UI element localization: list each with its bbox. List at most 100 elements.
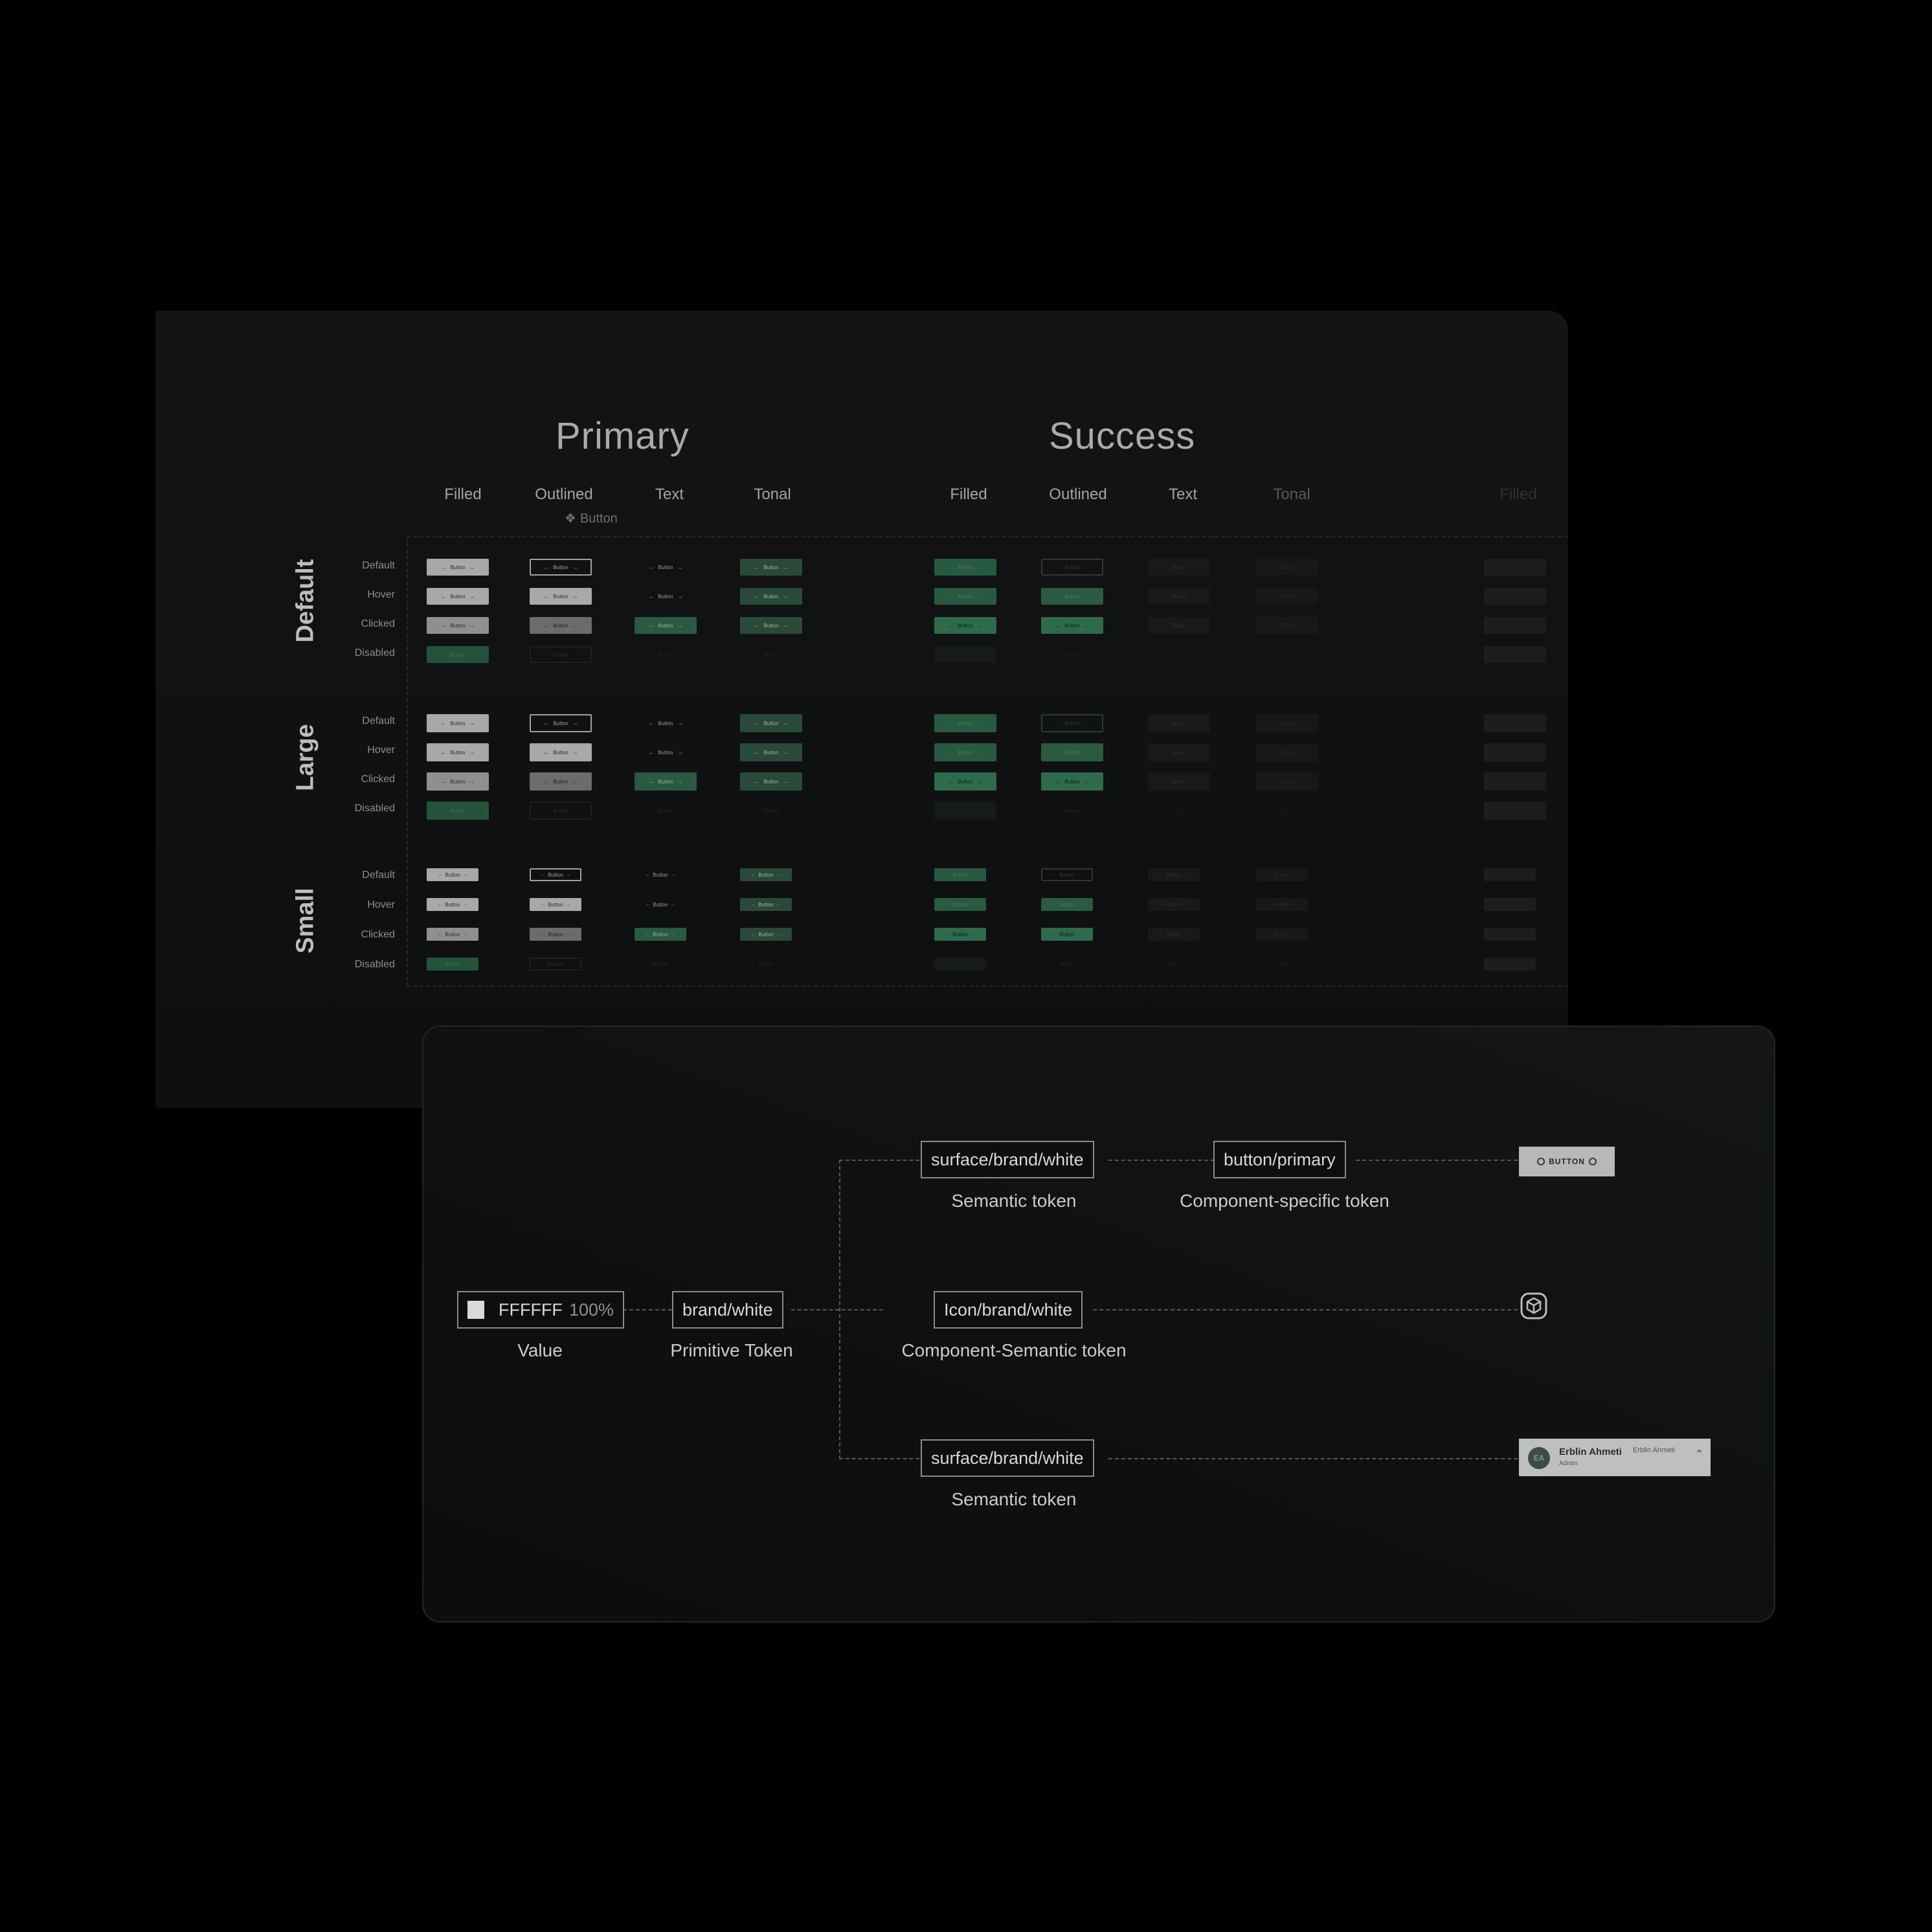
button-chip[interactable]: ← Button → xyxy=(740,802,802,820)
button-chip[interactable]: ← Button → xyxy=(1256,928,1308,941)
button-chip[interactable] xyxy=(1484,617,1546,634)
button-chip[interactable]: ← Button → xyxy=(1148,928,1200,941)
button-chip[interactable]: ← Button → xyxy=(934,958,986,971)
button-chip[interactable]: ← Button → xyxy=(427,714,489,732)
button-chip[interactable]: ← Button → xyxy=(934,646,996,663)
preview-button[interactable]: BUTTON xyxy=(1519,1147,1615,1176)
button-chip[interactable]: ← Button → xyxy=(530,617,592,634)
button-chip[interactable] xyxy=(1484,646,1546,663)
button-chip[interactable]: ← Button → xyxy=(427,743,489,761)
button-chip[interactable] xyxy=(1484,714,1546,732)
button-chip[interactable]: ← Button → xyxy=(934,928,986,941)
button-chip[interactable]: ← Button → xyxy=(934,802,996,820)
button-chip[interactable]: ← Button → xyxy=(1148,898,1200,911)
button-chip[interactable]: ← Button → xyxy=(740,898,792,911)
button-chip[interactable]: ← Button → xyxy=(1256,743,1318,761)
button-chip[interactable]: ← Button → xyxy=(740,928,792,941)
button-chip[interactable]: ← Button → xyxy=(1148,772,1210,791)
button-chip[interactable]: ← Button → xyxy=(530,958,581,971)
button-chip[interactable]: ← Button → xyxy=(1148,617,1210,634)
button-chip[interactable]: ← Button → xyxy=(740,868,792,881)
button-chip[interactable]: ← Button → xyxy=(1256,588,1318,605)
button-chip[interactable]: ← Button → xyxy=(1041,928,1093,941)
button-chip[interactable]: ← Button → xyxy=(635,646,697,663)
component-specific-token[interactable]: button/primary xyxy=(1213,1141,1346,1178)
button-chip[interactable]: ← Button → xyxy=(530,802,592,820)
button-chip[interactable]: ← Button → xyxy=(427,928,478,941)
button-chip[interactable] xyxy=(1484,802,1546,820)
button-chip[interactable]: ← Button → xyxy=(740,772,802,791)
button-chip[interactable]: ← Button → xyxy=(530,868,581,881)
button-chip[interactable]: ← Button → xyxy=(530,743,592,761)
button-chip[interactable]: ← Button → xyxy=(635,898,686,911)
button-chip[interactable]: ← Button → xyxy=(635,559,697,576)
value-token[interactable]: FFFFFF 100% xyxy=(457,1291,624,1329)
semantic-token-bottom[interactable]: surface/brand/white xyxy=(921,1439,1094,1477)
button-chip[interactable]: ← Button → xyxy=(1148,714,1210,732)
button-chip[interactable]: ← Button → xyxy=(635,928,686,941)
button-chip[interactable]: ← Button → xyxy=(1148,958,1200,971)
button-chip[interactable]: ← Button → xyxy=(1256,617,1318,634)
button-chip[interactable]: ← Button → xyxy=(934,772,996,791)
button-chip[interactable]: ← Button → xyxy=(427,958,478,971)
button-chip[interactable]: ← Button → xyxy=(740,958,792,971)
button-chip[interactable]: ← Button → xyxy=(427,617,489,634)
button-chip[interactable]: ← Button → xyxy=(530,559,592,576)
component-semantic-token[interactable]: Icon/brand/white xyxy=(934,1291,1083,1329)
button-chip[interactable]: ← Button → xyxy=(1041,646,1103,663)
button-chip[interactable]: ← Button → xyxy=(1041,802,1103,820)
button-chip[interactable] xyxy=(1484,588,1546,605)
button-chip[interactable]: ← Button → xyxy=(934,617,996,634)
button-chip[interactable] xyxy=(1484,958,1536,971)
chevron-up-icon[interactable]: ⌃ xyxy=(1695,1448,1703,1461)
button-chip[interactable]: ← Button → xyxy=(1256,898,1308,911)
button-chip[interactable]: ← Button → xyxy=(427,898,478,911)
button-chip[interactable]: ← Button → xyxy=(1256,868,1308,881)
button-chip[interactable]: ← Button → xyxy=(1148,868,1200,881)
button-chip[interactable]: ← Button → xyxy=(740,714,802,732)
button-chip[interactable]: ← Button → xyxy=(740,559,802,576)
button-chip[interactable]: ← Button → xyxy=(1041,617,1103,634)
button-chip[interactable]: ← Button → xyxy=(1041,898,1093,911)
button-chip[interactable]: ← Button → xyxy=(934,588,996,605)
button-chip[interactable]: ← Button → xyxy=(1256,714,1318,732)
button-chip[interactable]: ← Button → xyxy=(427,646,489,663)
button-chip[interactable]: ← Button → xyxy=(635,772,697,791)
button-chip[interactable] xyxy=(1484,868,1536,881)
button-chip[interactable]: ← Button → xyxy=(1041,772,1103,791)
button-chip[interactable] xyxy=(1484,928,1536,941)
semantic-token-top[interactable]: surface/brand/white xyxy=(921,1141,1094,1178)
button-chip[interactable]: ← Button → xyxy=(934,898,986,911)
button-chip[interactable]: ← Button → xyxy=(934,868,986,881)
button-chip[interactable]: ← Button → xyxy=(635,617,697,634)
button-chip[interactable]: ← Button → xyxy=(1041,559,1103,576)
button-chip[interactable]: ← Button → xyxy=(635,802,697,820)
button-chip[interactable]: ← Button → xyxy=(1256,646,1318,663)
button-chip[interactable] xyxy=(1484,743,1546,761)
button-chip[interactable] xyxy=(1484,898,1536,911)
button-chip[interactable] xyxy=(1484,772,1546,791)
button-chip[interactable]: ← Button → xyxy=(530,928,581,941)
button-chip[interactable]: ← Button → xyxy=(635,588,697,605)
button-chip[interactable]: ← Button → xyxy=(1256,559,1318,576)
button-chip[interactable]: ← Button → xyxy=(635,958,686,971)
button-chip[interactable]: ← Button → xyxy=(1148,743,1210,761)
button-chip[interactable]: ← Button → xyxy=(427,588,489,605)
button-chip[interactable]: ← Button → xyxy=(1148,559,1210,576)
button-chip[interactable]: ← Button → xyxy=(635,743,697,761)
button-chip[interactable]: ← Button → xyxy=(934,714,996,732)
button-chip[interactable]: ← Button → xyxy=(740,617,802,634)
button-chip[interactable]: ← Button → xyxy=(740,646,802,663)
button-chip[interactable]: ← Button → xyxy=(1041,588,1103,605)
button-chip[interactable]: ← Button → xyxy=(1148,646,1210,663)
user-profile-preview[interactable]: EA Erblin Ahmeti Admin Erblin Ahmeti ⌃ xyxy=(1519,1439,1711,1476)
button-chip[interactable]: ← Button → xyxy=(635,868,686,881)
button-chip[interactable]: ← Button → xyxy=(740,743,802,761)
button-chip[interactable]: ← Button → xyxy=(427,868,478,881)
button-chip[interactable]: ← Button → xyxy=(530,588,592,605)
button-chip[interactable]: ← Button → xyxy=(427,802,489,820)
button-chip[interactable]: ← Button → xyxy=(1148,802,1210,820)
primitive-token[interactable]: brand/white xyxy=(672,1291,783,1329)
button-chip[interactable]: ← Button → xyxy=(1256,772,1318,791)
button-chip[interactable]: ← Button → xyxy=(1041,958,1093,971)
